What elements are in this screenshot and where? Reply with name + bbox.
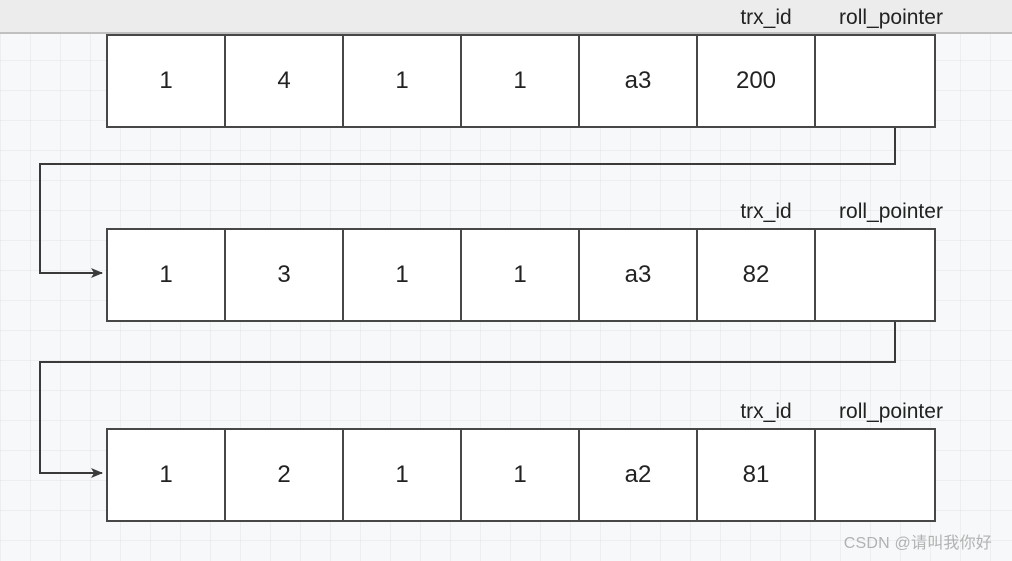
record-row-1-wrap: trx_id roll_pointer 1 4 1 1 a3 200 xyxy=(106,34,936,128)
table-cell-roll-pointer xyxy=(816,430,934,520)
record-row-3: 1 2 1 1 a2 81 xyxy=(106,428,936,522)
table-cell: 1 xyxy=(344,430,462,520)
record-row-3-wrap: trx_id roll_pointer 1 2 1 1 a2 81 xyxy=(106,428,936,522)
row-1-headers: trx_id roll_pointer xyxy=(706,6,956,30)
row-2-headers: trx_id roll_pointer xyxy=(706,200,956,224)
table-cell-trx-id: 81 xyxy=(698,430,816,520)
table-cell: 1 xyxy=(462,430,580,520)
table-cell: 1 xyxy=(108,230,226,320)
header-roll-pointer: roll_pointer xyxy=(826,200,956,224)
table-cell: 1 xyxy=(108,430,226,520)
table-cell-trx-id: 200 xyxy=(698,36,816,126)
header-roll-pointer: roll_pointer xyxy=(826,400,956,424)
table-cell: 1 xyxy=(462,36,580,126)
table-cell: 1 xyxy=(462,230,580,320)
table-cell: 3 xyxy=(226,230,344,320)
watermark-text: CSDN @请叫我你好 xyxy=(844,529,992,553)
header-trx-id: trx_id xyxy=(706,200,826,224)
table-cell: 1 xyxy=(108,36,226,126)
table-cell: 1 xyxy=(344,230,462,320)
record-row-2-wrap: trx_id roll_pointer 1 3 1 1 a3 82 xyxy=(106,228,936,322)
table-cell: a3 xyxy=(580,230,698,320)
table-cell: 4 xyxy=(226,36,344,126)
table-cell: a2 xyxy=(580,430,698,520)
header-roll-pointer: roll_pointer xyxy=(826,6,956,30)
record-row-2: 1 3 1 1 a3 82 xyxy=(106,228,936,322)
record-row-1: 1 4 1 1 a3 200 xyxy=(106,34,936,128)
table-cell: 2 xyxy=(226,430,344,520)
header-trx-id: trx_id xyxy=(706,400,826,424)
table-cell: 1 xyxy=(344,36,462,126)
header-trx-id: trx_id xyxy=(706,6,826,30)
table-cell-trx-id: 82 xyxy=(698,230,816,320)
table-cell-roll-pointer xyxy=(816,36,934,126)
diagram-canvas: trx_id roll_pointer 1 4 1 1 a3 200 trx_i… xyxy=(0,0,1012,561)
row-3-headers: trx_id roll_pointer xyxy=(706,400,956,424)
table-cell-roll-pointer xyxy=(816,230,934,320)
table-cell: a3 xyxy=(580,36,698,126)
